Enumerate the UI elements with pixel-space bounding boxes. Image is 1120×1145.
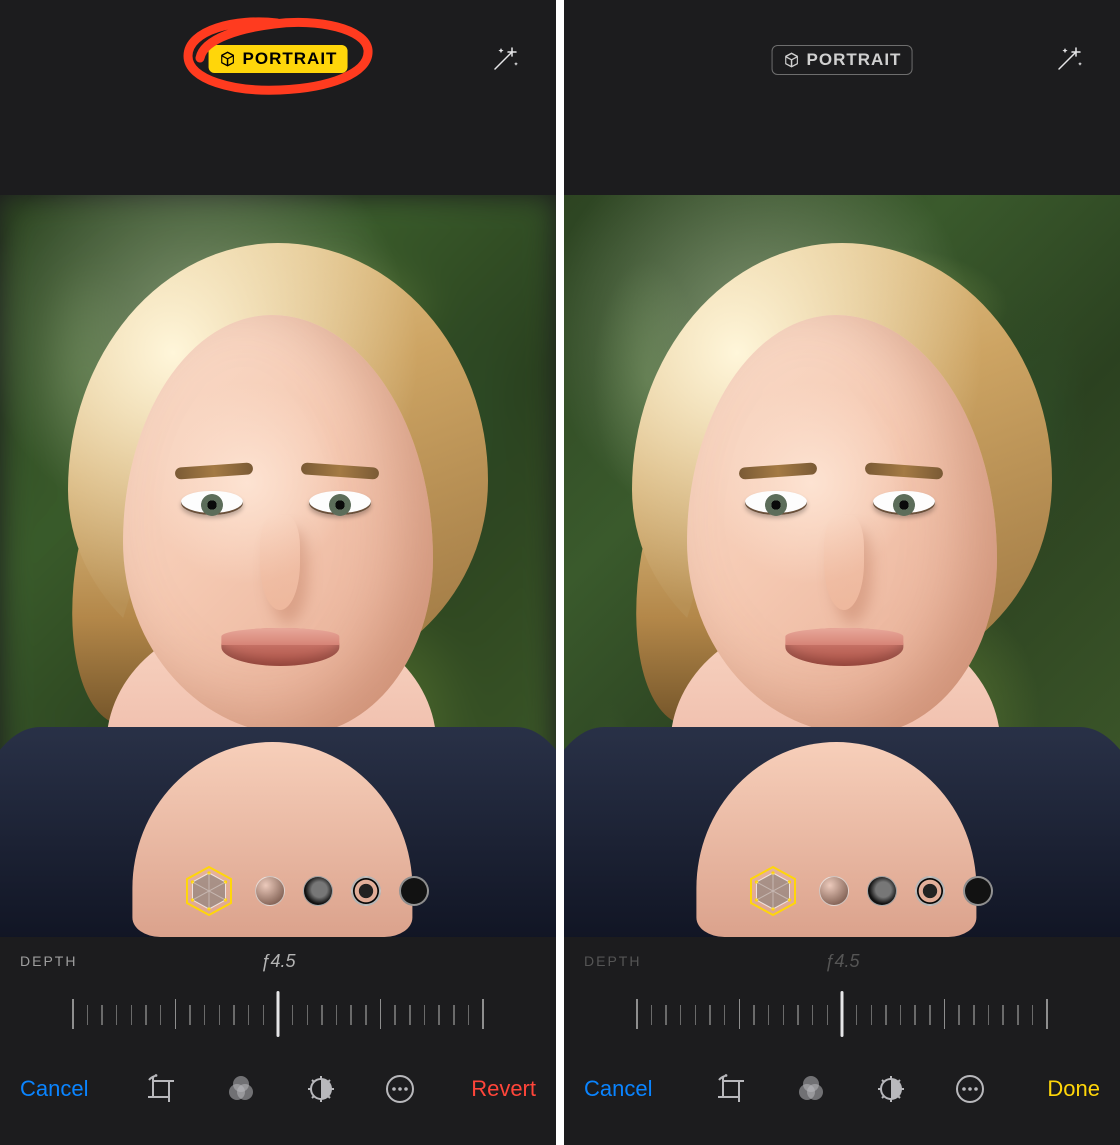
lighting-option-natural[interactable] (745, 863, 801, 919)
panel-divider (556, 0, 564, 1145)
magic-wand-icon[interactable] (1052, 42, 1086, 76)
more-icon[interactable] (954, 1073, 986, 1105)
portrait-badge[interactable]: PORTRAIT (209, 45, 348, 73)
lighting-option-stage-mono[interactable] (399, 876, 429, 906)
lighting-option-studio[interactable] (255, 876, 285, 906)
lighting-option-natural[interactable] (181, 863, 237, 919)
filters-icon[interactable] (224, 1072, 258, 1106)
cancel-button[interactable]: Cancel (20, 1076, 88, 1102)
depth-label: DEPTH (584, 953, 641, 969)
depth-value: ƒ4.5 (260, 951, 295, 972)
cube-icon (219, 50, 237, 68)
left-screenshot: PORTRAIT (0, 0, 556, 1145)
more-icon[interactable] (384, 1073, 416, 1105)
revert-button[interactable]: Revert (471, 1076, 536, 1102)
adjust-icon[interactable] (874, 1072, 908, 1106)
lighting-option-contour[interactable] (867, 876, 897, 906)
top-bar: PORTRAIT (564, 0, 1120, 195)
crop-rotate-icon[interactable] (144, 1072, 178, 1106)
depth-slider-needle (277, 991, 280, 1037)
lighting-option-stage-mono[interactable] (963, 876, 993, 906)
portrait-badge-label: PORTRAIT (243, 49, 338, 69)
portrait-badge-label: PORTRAIT (807, 50, 902, 70)
portrait-lighting-options (0, 863, 556, 919)
depth-controls: DEPTH ƒ4.5 (564, 937, 1120, 1049)
right-screenshot: PORTRAIT (564, 0, 1120, 1145)
cube-icon (783, 51, 801, 69)
top-bar: PORTRAIT (0, 0, 556, 195)
lighting-option-studio[interactable] (819, 876, 849, 906)
photo-preview[interactable] (564, 195, 1120, 937)
bottom-toolbar: Cancel Done (564, 1049, 1120, 1145)
adjust-icon[interactable] (304, 1072, 338, 1106)
portrait-badge[interactable]: PORTRAIT (772, 45, 913, 75)
cancel-button[interactable]: Cancel (584, 1076, 652, 1102)
depth-controls: DEPTH ƒ4.5 (0, 937, 556, 1049)
portrait-lighting-options (564, 863, 1120, 919)
depth-slider-needle (841, 991, 844, 1037)
lighting-option-stage[interactable] (351, 876, 381, 906)
filters-icon[interactable] (794, 1072, 828, 1106)
lighting-option-stage[interactable] (915, 876, 945, 906)
depth-slider[interactable] (634, 987, 1050, 1037)
depth-value: ƒ4.5 (824, 951, 859, 972)
done-button[interactable]: Done (1047, 1076, 1100, 1102)
photo-preview[interactable] (0, 195, 556, 937)
depth-slider[interactable] (70, 987, 486, 1037)
bottom-toolbar: Cancel Revert (0, 1049, 556, 1145)
magic-wand-icon[interactable] (488, 42, 522, 76)
depth-label: DEPTH (20, 953, 77, 969)
lighting-option-contour[interactable] (303, 876, 333, 906)
crop-rotate-icon[interactable] (714, 1072, 748, 1106)
